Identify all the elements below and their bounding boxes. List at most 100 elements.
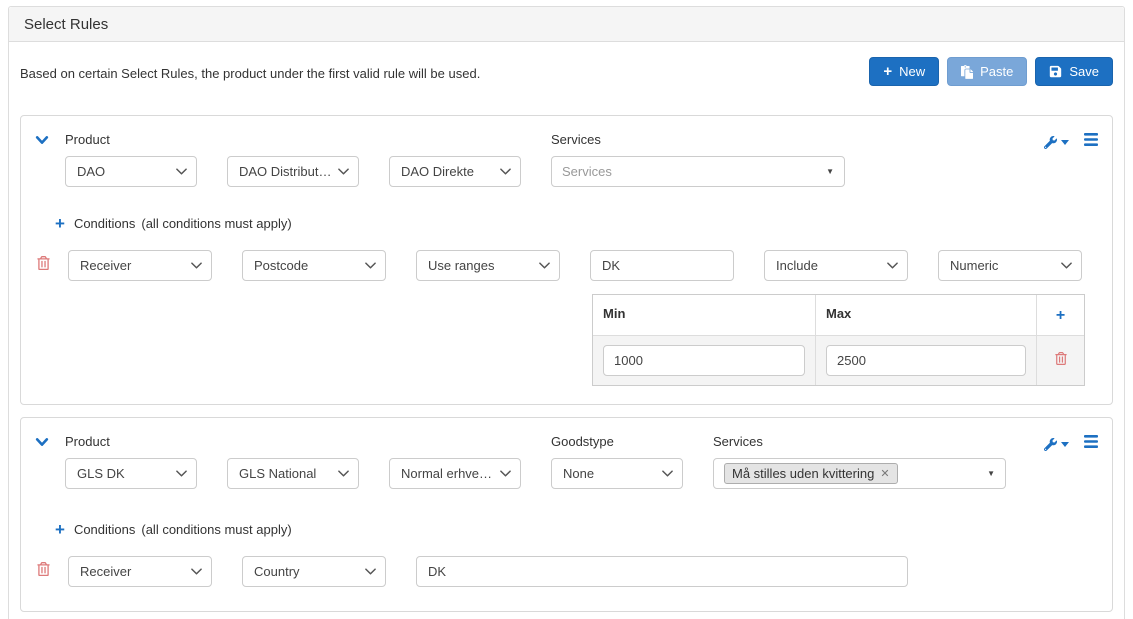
trash-icon <box>37 562 50 576</box>
save-button-label: Save <box>1069 64 1099 79</box>
dropdown-triangle-icon: ▼ <box>987 469 995 478</box>
rule1-product-select-3[interactable]: DAO Direkte <box>389 156 521 187</box>
rule2-product-select-1[interactable]: GLS DK <box>65 458 197 489</box>
rule1-conditions-header: + Conditions (all conditions must apply) <box>55 215 1098 232</box>
product-label: Product <box>65 434 110 449</box>
rule1-product-group-1: Product DAO <box>65 132 197 187</box>
rule1-services-group: Services Services ▼ <box>551 132 845 187</box>
chevron-down-icon <box>35 438 49 446</box>
rule1-product-select-3-control[interactable]: DAO Direkte <box>389 156 521 187</box>
rule1-settings-dropdown[interactable] <box>1044 135 1069 149</box>
rule2-product-group-3: Normal erhvervspakke <box>389 434 521 489</box>
menu-icon <box>1084 435 1098 448</box>
toolbar: Based on certain Select Rules, the produ… <box>20 57 1113 86</box>
conditions-note: (all conditions must apply) <box>141 216 292 231</box>
rule2-goodstype-control[interactable]: None <box>551 458 683 489</box>
range-max-input[interactable] <box>826 345 1026 376</box>
rule1-collapse-toggle[interactable] <box>35 132 65 152</box>
rule1-condition-mode-select[interactable]: Use ranges <box>416 250 560 281</box>
rule1-delete-condition-button[interactable] <box>37 256 68 275</box>
caret-down-icon <box>1061 139 1069 145</box>
caret-down-icon <box>1061 441 1069 447</box>
service-tag: Må stilles uden kvittering ✕ <box>724 463 898 484</box>
rule2-condition-target-select[interactable]: Receiver <box>68 556 212 587</box>
rule2-product-group-1: Product GLS DK <box>65 434 197 489</box>
rule1-condition-value-input[interactable] <box>590 250 734 281</box>
range-min-input[interactable] <box>603 345 805 376</box>
rule1-product-row: Product DAO DAO Distribution DAO Direkte… <box>21 116 1112 187</box>
menu-icon <box>1084 133 1098 146</box>
paste-button-label: Paste <box>980 64 1014 79</box>
rule2-services-multiselect[interactable]: Må stilles uden kvittering ✕ ▼ <box>713 458 1006 489</box>
save-button[interactable]: Save <box>1035 57 1113 86</box>
rule2-product-select-2-control[interactable]: GLS National <box>227 458 359 489</box>
rule1-condition-target-control[interactable]: Receiver <box>68 250 212 281</box>
rule1-condition-row: Receiver Postcode Use ranges Include <box>21 250 1112 281</box>
range-row <box>593 335 1084 385</box>
chevron-down-icon <box>35 136 49 144</box>
rule1-condition-include-select[interactable]: Include <box>764 250 908 281</box>
rule2-condition-field-control[interactable]: Country <box>242 556 386 587</box>
rule2-goodstype-group: Goodstype None <box>551 434 683 489</box>
rule1-condition-field-select[interactable]: Postcode <box>242 250 386 281</box>
rule1-condition-datatype-control[interactable]: Numeric <box>938 250 1082 281</box>
rule1-condition-field-control[interactable]: Postcode <box>242 250 386 281</box>
new-button[interactable]: + New <box>869 57 940 86</box>
rule2-condition-row: Receiver Country <box>21 556 1112 587</box>
wrench-icon <box>1044 437 1057 451</box>
rule2-product-select-3[interactable]: Normal erhvervspakke <box>389 458 521 489</box>
rule1-drag-handle[interactable] <box>1084 133 1098 151</box>
rule1-product-select-1[interactable]: DAO <box>65 156 197 187</box>
rule2-services-group: Services Må stilles uden kvittering ✕ ▼ <box>713 434 1006 489</box>
remove-tag-icon[interactable]: ✕ <box>880 467 889 480</box>
rule2-product-select-2[interactable]: GLS National <box>227 458 359 489</box>
rule1-product-select-2-control[interactable]: DAO Distribution <box>227 156 359 187</box>
rule1-product-group-3: DAO Direkte <box>389 132 521 187</box>
rule2-condition-value-input[interactable] <box>416 556 908 587</box>
goodstype-label: Goodstype <box>551 434 614 449</box>
rule1-product-select-2[interactable]: DAO Distribution <box>227 156 359 187</box>
panel-body: Based on certain Select Rules, the produ… <box>9 42 1124 619</box>
conditions-label: Conditions <box>73 216 136 231</box>
service-tag-label: Må stilles uden kvittering <box>732 466 875 481</box>
add-condition-button[interactable]: + <box>55 521 65 538</box>
rule1-condition-include-control[interactable]: Include <box>764 250 908 281</box>
rule2-condition-target-control[interactable]: Receiver <box>68 556 212 587</box>
rule2-card-actions <box>1044 434 1098 453</box>
rule2-product-select-3-control[interactable]: Normal erhvervspakke <box>389 458 521 489</box>
delete-range-button[interactable] <box>1036 336 1084 385</box>
rule2-product-group-2: GLS National <box>227 434 359 489</box>
rule1-product-select-1-control[interactable]: DAO <box>65 156 197 187</box>
rule2-product-row: Product GLS DK GLS National Normal erhve… <box>21 418 1112 489</box>
add-range-button[interactable]: + <box>1056 306 1065 324</box>
rule1-services-multiselect[interactable]: Services ▼ <box>551 156 845 187</box>
rule2-collapse-toggle[interactable] <box>35 434 65 454</box>
rule2-goodstype-select[interactable]: None <box>551 458 683 489</box>
max-column-header: Max <box>815 295 1036 335</box>
rule2-drag-handle[interactable] <box>1084 435 1098 453</box>
toolbar-buttons: + New Paste Save <box>869 57 1113 86</box>
paste-button[interactable]: Paste <box>947 57 1028 86</box>
plus-icon: + <box>883 63 893 80</box>
select-rules-panel: Select Rules Based on certain Select Rul… <box>8 6 1125 619</box>
rule2-conditions-header: + Conditions (all conditions must apply) <box>55 521 1098 538</box>
trash-icon <box>37 256 50 270</box>
services-label: Services <box>551 132 601 147</box>
rule1-card-actions <box>1044 132 1098 151</box>
save-icon <box>1050 65 1062 78</box>
rule1-condition-datatype-select[interactable]: Numeric <box>938 250 1082 281</box>
min-column-header: Min <box>593 295 815 335</box>
rule-card-1: Product DAO DAO Distribution DAO Direkte… <box>20 115 1113 405</box>
rule1-condition-mode-control[interactable]: Use ranges <box>416 250 560 281</box>
ranges-table: Min Max + <box>592 294 1085 386</box>
page-title: Select Rules <box>9 7 1124 42</box>
rule2-condition-field-select[interactable]: Country <box>242 556 386 587</box>
add-condition-button[interactable]: + <box>55 215 65 232</box>
rule2-settings-dropdown[interactable] <box>1044 437 1069 451</box>
wrench-icon <box>1044 135 1057 149</box>
rule2-delete-condition-button[interactable] <box>37 562 68 581</box>
rule1-condition-target-select[interactable]: Receiver <box>68 250 212 281</box>
services-label: Services <box>713 434 763 449</box>
rule2-product-select-1-control[interactable]: GLS DK <box>65 458 197 489</box>
rule-card-2: Product GLS DK GLS National Normal erhve… <box>20 417 1113 612</box>
